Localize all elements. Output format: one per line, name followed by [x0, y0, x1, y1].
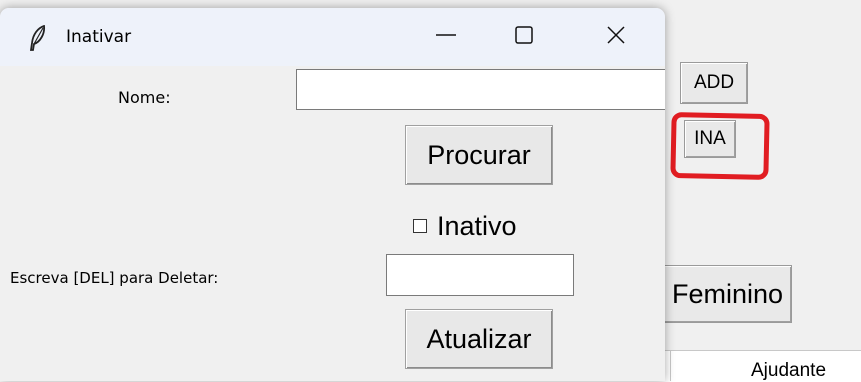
inativo-label: Inativo	[437, 210, 517, 241]
nome-label: Nome:	[118, 88, 171, 107]
minimize-icon	[435, 24, 457, 50]
inativar-dialog: Inativar Nome: Procurar Inativo Escreva …	[0, 8, 665, 381]
add-button[interactable]: ADD	[680, 62, 748, 104]
window-title: Inativar	[66, 27, 132, 47]
atualizar-button[interactable]: Atualizar	[405, 309, 553, 369]
feather-icon	[28, 24, 48, 51]
minimize-button[interactable]	[416, 8, 476, 66]
close-button[interactable]	[586, 8, 646, 66]
table-column-separator	[670, 350, 671, 381]
delete-label: Escreva [DEL] para Deletar:	[10, 269, 219, 287]
maximize-button[interactable]	[494, 8, 554, 66]
ajudante-column-header: Ajudante	[751, 360, 827, 381]
checkbox-box[interactable]	[413, 219, 427, 233]
procurar-button[interactable]: Procurar	[405, 125, 553, 185]
maximize-icon	[513, 24, 535, 50]
close-icon	[605, 24, 627, 50]
inativo-checkbox[interactable]: Inativo	[413, 206, 517, 246]
delete-input[interactable]	[386, 254, 574, 296]
ina-highlight-annotation	[670, 111, 770, 181]
nome-input[interactable]	[296, 69, 665, 110]
feminino-button[interactable]: Feminino	[652, 265, 792, 323]
title-bar[interactable]: Inativar	[0, 8, 665, 66]
